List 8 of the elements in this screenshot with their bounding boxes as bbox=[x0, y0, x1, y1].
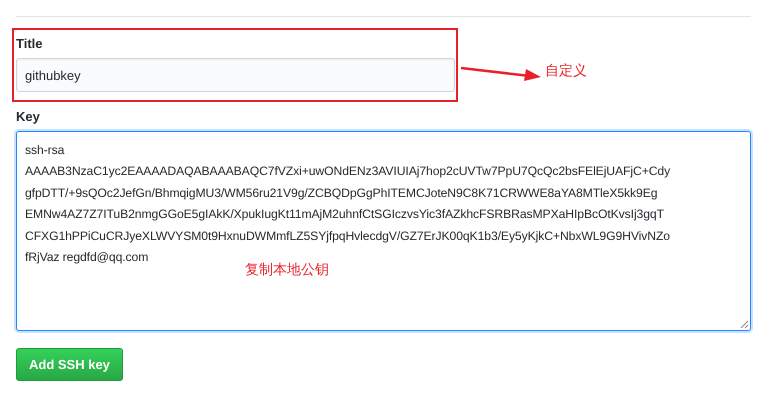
annotation-text: 自定义 bbox=[545, 62, 587, 80]
resize-handle-icon[interactable] bbox=[740, 320, 749, 329]
field-label: Title bbox=[16, 36, 44, 51]
arrow-icon bbox=[460, 64, 542, 82]
annotation-text: 复制本地公钥 bbox=[245, 261, 329, 280]
key-field[interactable]: ssh-rsa AAAAB3NzaC1yc2EAAAADAQABAAABAQC7fVZxi+uwONdENz3AVIUIAj7hop2cUVTw7PpU7QcQc2bsFElEjUAFjC+Cdy gfpDTT/+9sQOc2JefGn/BhmqigMU3/WM56ru21V9g/ZCBQDpGgPhITEMCJoteN9C8K71CRWWE8aYA8MTleX5kk9Eg EMNw4AZ7Z7ITuB2nmgGGoE5gIAkK/XpukIugKt11mAjM2uhnfCtSGIczvsYic3fAZkhcFSRBRasMPXaHIpBcOtKvsIj3gqT CFXG1hPPiCuCRJyeXLWVYSM0t9HxnuDWMmfLZ5SYjfpqHvlecdgV/GZ7ErJK00qK1b3/Ey5yKjkC+NbxWL9G9HVivNZo fRjVaz regdfd@qq.com 复制本地公钥 bbox=[16, 131, 751, 331]
field-label: Key bbox=[16, 109, 41, 124]
title-field[interactable]: githubkey bbox=[16, 58, 455, 92]
